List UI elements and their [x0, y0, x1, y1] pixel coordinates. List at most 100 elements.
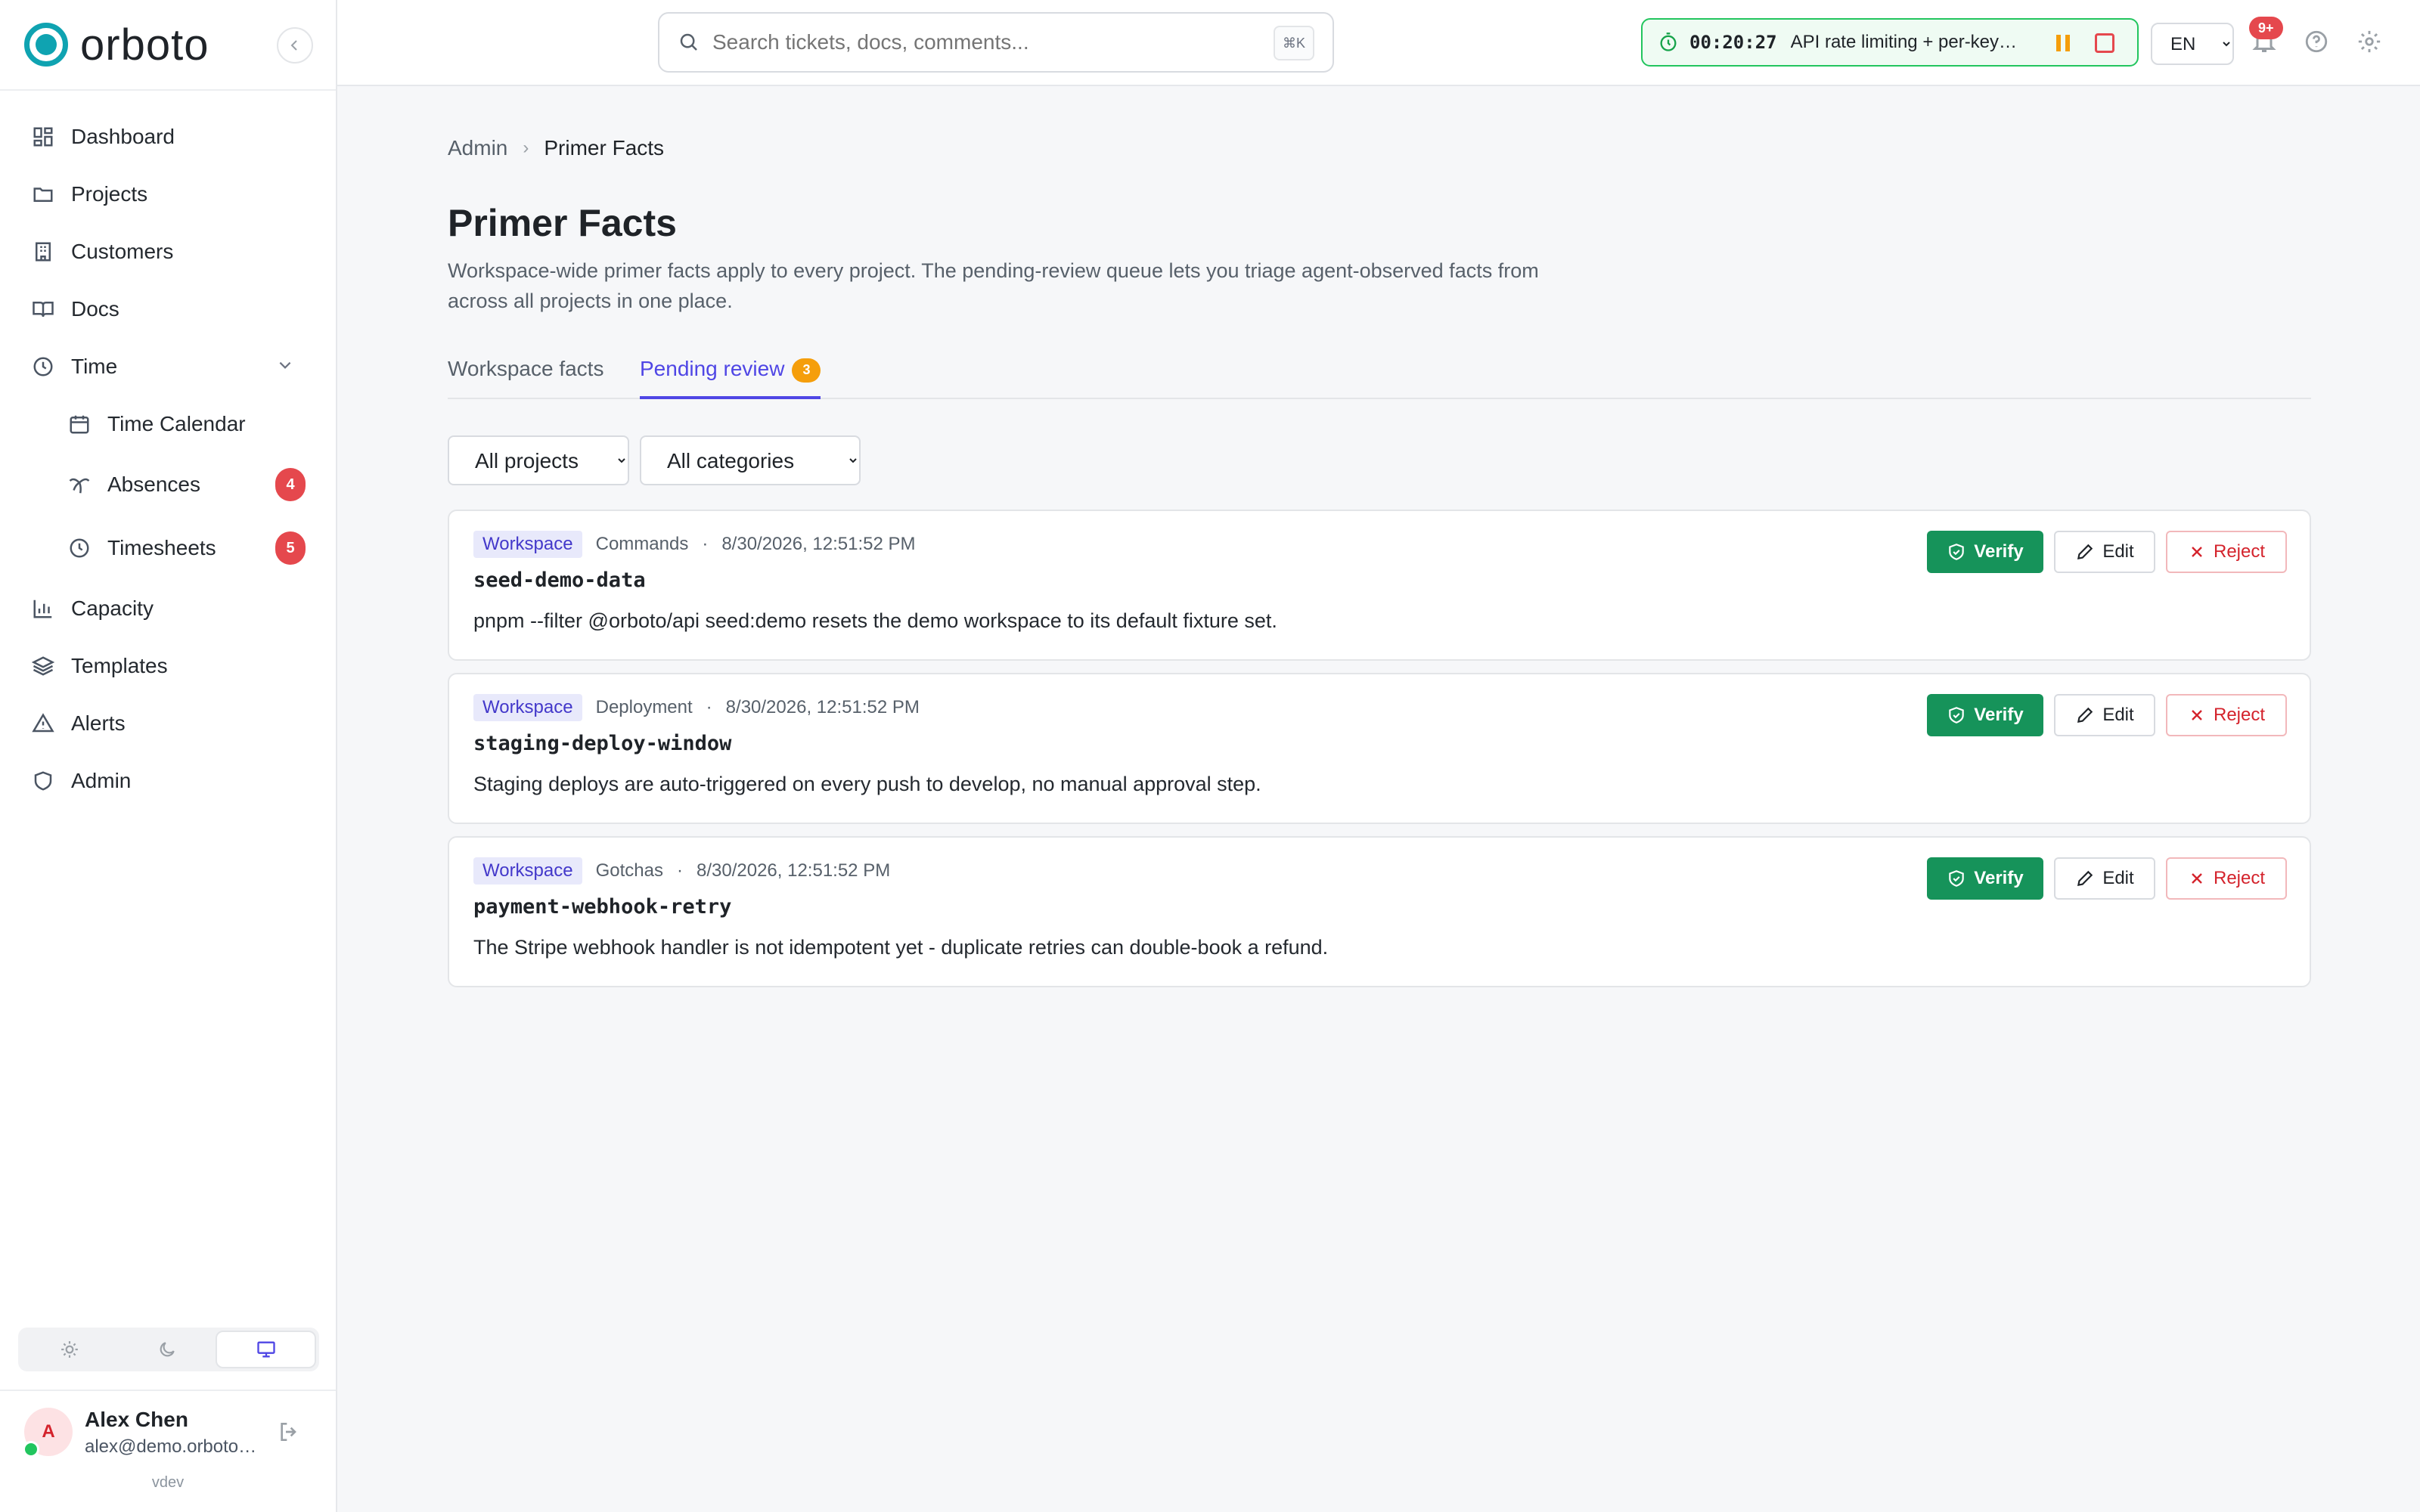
folder-icon [30, 181, 56, 207]
dashboard-icon [30, 124, 56, 150]
fact-category: Gotchas [595, 860, 663, 881]
verify-button[interactable]: Verify [1927, 857, 2043, 900]
help-button[interactable] [2304, 29, 2329, 58]
sidebar-item-time[interactable]: Time [18, 342, 318, 392]
edit-label: Edit [2102, 541, 2134, 562]
warning-triangle-icon [30, 711, 56, 736]
moon-icon [160, 1342, 175, 1357]
sidebar-item-capacity[interactable]: Capacity [18, 584, 318, 634]
sidebar-item-timesheets[interactable]: Timesheets 5 [54, 523, 318, 573]
sidebar-item-dashboard[interactable]: Dashboard [18, 112, 318, 162]
timer-elapsed: 00:20:27 [1689, 32, 1777, 53]
user-name: Alex Chen [85, 1408, 188, 1431]
search-box[interactable]: ⌘K [658, 12, 1334, 73]
edit-button[interactable]: Edit [2054, 531, 2155, 573]
pending-count-badge: 3 [792, 358, 821, 383]
topbar: ⌘K 00:20:27 API rate limiting + per-key … [337, 0, 2420, 86]
theme-light-button[interactable] [21, 1331, 119, 1368]
shield-check-icon [1949, 870, 1965, 887]
sidebar-item-docs[interactable]: Docs [18, 284, 318, 334]
orboto-logo-icon [24, 23, 68, 67]
fact-card: Workspace Deployment · 8/30/2026, 12:51:… [448, 673, 2311, 824]
category-filter-select[interactable]: All categories [640, 435, 861, 485]
fact-key: seed-demo-data [473, 569, 646, 592]
fact-meta: Workspace Gotchas · 8/30/2026, 12:51:52 … [473, 857, 890, 885]
sidebar-item-label: Projects [71, 182, 148, 206]
page-title: Primer Facts [448, 202, 677, 244]
sidebar-item-label: Capacity [71, 596, 154, 620]
sidebar-item-projects[interactable]: Projects [18, 169, 318, 219]
fact-date: 8/30/2026, 12:51:52 PM [697, 860, 891, 881]
bar-chart-icon [30, 596, 56, 621]
fact-text: Staging deploys are auto-triggered on ev… [473, 773, 1261, 795]
edit-button[interactable]: Edit [2054, 694, 2155, 736]
clock-icon [67, 535, 92, 561]
clock-icon [30, 354, 56, 380]
sidebar-item-admin[interactable]: Admin [18, 756, 318, 806]
language-select[interactable]: EN [2151, 23, 2234, 65]
breadcrumb-item-admin[interactable]: Admin [448, 136, 507, 160]
sidebar: orboto Dashboard Projects Customers Docs… [0, 0, 337, 1512]
reject-button[interactable]: Reject [2166, 857, 2287, 900]
tab-workspace-facts[interactable]: Workspace facts [448, 357, 603, 399]
shield-icon [30, 768, 56, 794]
fact-meta: Workspace Deployment · 8/30/2026, 12:51:… [473, 694, 920, 721]
running-timer[interactable]: 00:20:27 API rate limiting + per-key quo… [1641, 18, 2139, 67]
edit-label: Edit [2102, 705, 2134, 725]
theme-dark-button[interactable] [119, 1331, 216, 1368]
scope-tag: Workspace [473, 694, 582, 721]
settings-button[interactable] [2356, 29, 2382, 58]
tab-pending-review[interactable]: Pending review 3 [640, 357, 821, 399]
reject-label: Reject [2213, 868, 2266, 888]
main-content: Admin › Primer Facts Primer Facts Worksp… [337, 86, 2420, 1512]
verify-label: Verify [1974, 541, 2024, 562]
sidebar-item-absences[interactable]: Absences 4 [54, 460, 318, 510]
pause-icon [2056, 35, 2070, 51]
tabs: Workspace facts Pending review 3 [448, 343, 2311, 399]
collapse-sidebar-button[interactable] [277, 27, 313, 64]
breadcrumb: Admin › Primer Facts [448, 136, 664, 160]
stop-timer-button[interactable] [2095, 33, 2114, 53]
sidebar-item-label: Time [71, 355, 118, 378]
fact-card: Workspace Gotchas · 8/30/2026, 12:51:52 … [448, 836, 2311, 987]
pencil-icon [2077, 544, 2093, 560]
fact-card: Workspace Commands · 8/30/2026, 12:51:52… [448, 510, 2311, 661]
timer-task-label: API rate limiting + per-key quotas [1790, 32, 2018, 52]
tab-label: Workspace facts [448, 357, 604, 380]
verify-button[interactable]: Verify [1927, 694, 2043, 736]
page-description: Workspace-wide primer facts apply to eve… [448, 259, 1539, 312]
sidebar-item-customers[interactable]: Customers [18, 227, 318, 277]
edit-button[interactable]: Edit [2054, 857, 2155, 900]
sidebar-item-label: Docs [71, 297, 119, 321]
reject-button[interactable]: Reject [2166, 694, 2287, 736]
pencil-icon [2077, 707, 2093, 723]
brand-name: orboto [80, 20, 209, 70]
sun-icon [61, 1341, 79, 1358]
sidebar-item-label: Alerts [71, 711, 126, 735]
separator-dot: · [702, 534, 709, 554]
pause-timer-button[interactable] [2054, 32, 2074, 58]
shield-check-icon [1949, 707, 1965, 723]
building-icon [30, 239, 56, 265]
gear-icon [2358, 30, 2381, 53]
fact-category: Deployment [595, 697, 693, 717]
sidebar-item-alerts[interactable]: Alerts [18, 699, 318, 748]
search-shortcut-hint: ⌘K [1273, 26, 1314, 60]
user-email: alex@demo.orboto.dev [85, 1436, 259, 1457]
stopwatch-icon [1660, 33, 1677, 51]
sidebar-item-templates[interactable]: Templates [18, 641, 318, 691]
sidebar-item-label: Time Calendar [107, 412, 246, 435]
close-icon [2192, 710, 2202, 720]
reject-button[interactable]: Reject [2166, 531, 2287, 573]
chevron-down-icon [277, 355, 293, 379]
project-filter-select[interactable]: All projects [448, 435, 629, 485]
verify-button[interactable]: Verify [1927, 531, 2043, 573]
verify-label: Verify [1974, 868, 2024, 888]
verify-label: Verify [1974, 705, 2024, 725]
logout-button[interactable] [277, 1420, 301, 1448]
search-input[interactable] [712, 30, 1242, 54]
theme-system-button[interactable] [216, 1331, 317, 1368]
sidebar-item-time-calendar[interactable]: Time Calendar [54, 399, 318, 449]
sidebar-item-label: Absences [107, 472, 200, 496]
chevron-left-icon [290, 40, 297, 51]
